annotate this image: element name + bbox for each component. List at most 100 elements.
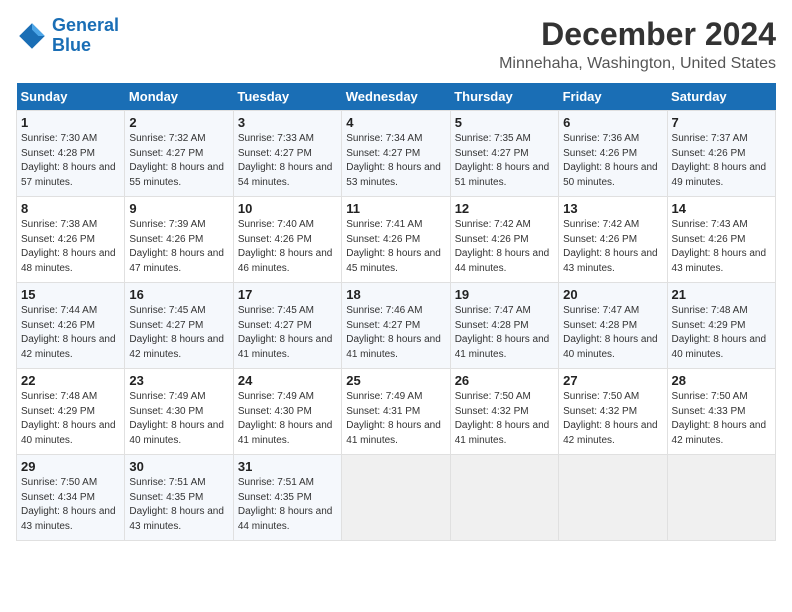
calendar-cell: 4 Sunrise: 7:34 AMSunset: 4:27 PMDaylight…: [342, 111, 450, 197]
calendar-cell: 6 Sunrise: 7:36 AMSunset: 4:26 PMDaylight…: [559, 111, 667, 197]
day-number: 11: [346, 201, 445, 216]
calendar-cell: 18 Sunrise: 7:46 AMSunset: 4:27 PMDayligh…: [342, 283, 450, 369]
day-number: 7: [672, 115, 771, 130]
calendar-cell: 10 Sunrise: 7:40 AMSunset: 4:26 PMDayligh…: [233, 197, 341, 283]
calendar-cell: 28 Sunrise: 7:50 AMSunset: 4:33 PMDayligh…: [667, 369, 775, 455]
day-number: 28: [672, 373, 771, 388]
calendar-cell: 3Sunrise: 7:33 AMSunset: 4:27 PMDaylight…: [233, 111, 341, 197]
calendar-cell: 12 Sunrise: 7:42 AMSunset: 4:26 PMDayligh…: [450, 197, 558, 283]
day-info: Sunrise: 7:37 AMSunset: 4:26 PMDaylight:…: [672, 132, 771, 190]
calendar-cell: 29 Sunrise: 7:50 AMSunset: 4:34 PMDayligh…: [17, 455, 125, 541]
day-number: 27: [563, 373, 662, 388]
col-header-friday: Friday: [559, 83, 667, 111]
calendar-week-row: 8 Sunrise: 7:38 AMSunset: 4:26 PMDaylight…: [17, 197, 776, 283]
day-info: Sunrise: 7:44 AMSunset: 4:26 PMDaylight:…: [21, 304, 120, 362]
day-number: 30: [129, 459, 228, 474]
calendar-cell: 25 Sunrise: 7:49 AMSunset: 4:31 PMDayligh…: [342, 369, 450, 455]
day-info: Sunrise: 7:49 AMSunset: 4:30 PMDaylight:…: [238, 390, 337, 448]
col-header-saturday: Saturday: [667, 83, 775, 111]
day-info: Sunrise: 7:47 AMSunset: 4:28 PMDaylight:…: [455, 304, 554, 362]
calendar-cell: 11 Sunrise: 7:41 AMSunset: 4:26 PMDayligh…: [342, 197, 450, 283]
calendar-cell: 19 Sunrise: 7:47 AMSunset: 4:28 PMDayligh…: [450, 283, 558, 369]
calendar-cell: 17 Sunrise: 7:45 AMSunset: 4:27 PMDayligh…: [233, 283, 341, 369]
col-header-monday: Monday: [125, 83, 233, 111]
col-header-wednesday: Wednesday: [342, 83, 450, 111]
day-info: Sunrise: 7:51 AMSunset: 4:35 PMDaylight:…: [129, 476, 228, 534]
calendar-cell: 5Sunrise: 7:35 AMSunset: 4:27 PMDaylight…: [450, 111, 558, 197]
day-number: 24: [238, 373, 337, 388]
calendar-cell: 7 Sunrise: 7:37 AMSunset: 4:26 PMDaylight…: [667, 111, 775, 197]
day-info: Sunrise: 7:41 AMSunset: 4:26 PMDaylight:…: [346, 218, 445, 276]
calendar-header-row: SundayMondayTuesdayWednesdayThursdayFrid…: [17, 83, 776, 111]
day-number: 8: [21, 201, 120, 216]
day-info: Sunrise: 7:38 AMSunset: 4:26 PMDaylight:…: [21, 218, 120, 276]
calendar-cell: 8 Sunrise: 7:38 AMSunset: 4:26 PMDaylight…: [17, 197, 125, 283]
day-number: 21: [672, 287, 771, 302]
day-info: Sunrise: 7:34 AMSunset: 4:27 PMDaylight:…: [346, 132, 445, 190]
day-number: 4: [346, 115, 445, 130]
day-info: Sunrise: 7:40 AMSunset: 4:26 PMDaylight:…: [238, 218, 337, 276]
calendar-cell: [667, 455, 775, 541]
day-info: Sunrise: 7:46 AMSunset: 4:27 PMDaylight:…: [346, 304, 445, 362]
calendar-cell: 22 Sunrise: 7:48 AMSunset: 4:29 PMDayligh…: [17, 369, 125, 455]
day-info: Sunrise: 7:50 AMSunset: 4:34 PMDaylight:…: [21, 476, 120, 534]
day-info: Sunrise: 7:50 AMSunset: 4:33 PMDaylight:…: [672, 390, 771, 448]
day-info: Sunrise: 7:51 AMSunset: 4:35 PMDaylight:…: [238, 476, 337, 534]
day-number: 1: [21, 115, 120, 130]
subtitle: Minnehaha, Washington, United States: [499, 55, 776, 73]
day-info: Sunrise: 7:48 AMSunset: 4:29 PMDaylight:…: [672, 304, 771, 362]
day-number: 10: [238, 201, 337, 216]
day-number: 6: [563, 115, 662, 130]
logo-text: General Blue: [52, 16, 119, 56]
header: General Blue December 2024 Minnehaha, Wa…: [16, 16, 776, 73]
title-section: December 2024 Minnehaha, Washington, Uni…: [499, 16, 776, 73]
day-info: Sunrise: 7:48 AMSunset: 4:29 PMDaylight:…: [21, 390, 120, 448]
calendar-week-row: 22 Sunrise: 7:48 AMSunset: 4:29 PMDayligh…: [17, 369, 776, 455]
calendar-cell: [559, 455, 667, 541]
day-info: Sunrise: 7:39 AMSunset: 4:26 PMDaylight:…: [129, 218, 228, 276]
calendar-cell: 13 Sunrise: 7:42 AMSunset: 4:26 PMDayligh…: [559, 197, 667, 283]
calendar-week-row: 29 Sunrise: 7:50 AMSunset: 4:34 PMDayligh…: [17, 455, 776, 541]
calendar-cell: 31Sunrise: 7:51 AMSunset: 4:35 PMDayligh…: [233, 455, 341, 541]
day-info: Sunrise: 7:30 AMSunset: 4:28 PMDaylight:…: [21, 132, 120, 190]
day-info: Sunrise: 7:42 AMSunset: 4:26 PMDaylight:…: [563, 218, 662, 276]
day-info: Sunrise: 7:47 AMSunset: 4:28 PMDaylight:…: [563, 304, 662, 362]
calendar-cell: 16Sunrise: 7:45 AMSunset: 4:27 PMDayligh…: [125, 283, 233, 369]
day-number: 20: [563, 287, 662, 302]
calendar-cell: [342, 455, 450, 541]
col-header-thursday: Thursday: [450, 83, 558, 111]
calendar-cell: 9 Sunrise: 7:39 AMSunset: 4:26 PMDaylight…: [125, 197, 233, 283]
day-number: 12: [455, 201, 554, 216]
page-container: General Blue December 2024 Minnehaha, Wa…: [16, 16, 776, 541]
day-info: Sunrise: 7:45 AMSunset: 4:27 PMDaylight:…: [238, 304, 337, 362]
calendar-week-row: 15Sunrise: 7:44 AMSunset: 4:26 PMDayligh…: [17, 283, 776, 369]
calendar-cell: 26Sunrise: 7:50 AMSunset: 4:32 PMDayligh…: [450, 369, 558, 455]
main-title: December 2024: [499, 16, 776, 53]
day-number: 29: [21, 459, 120, 474]
day-number: 18: [346, 287, 445, 302]
day-number: 22: [21, 373, 120, 388]
logo-icon: [16, 20, 48, 52]
calendar-cell: 24 Sunrise: 7:49 AMSunset: 4:30 PMDayligh…: [233, 369, 341, 455]
calendar-cell: 15Sunrise: 7:44 AMSunset: 4:26 PMDayligh…: [17, 283, 125, 369]
calendar-cell: 23Sunrise: 7:49 AMSunset: 4:30 PMDayligh…: [125, 369, 233, 455]
day-number: 9: [129, 201, 228, 216]
calendar-cell: 1 Sunrise: 7:30 AMSunset: 4:28 PMDaylight…: [17, 111, 125, 197]
day-number: 17: [238, 287, 337, 302]
day-number: 19: [455, 287, 554, 302]
day-number: 14: [672, 201, 771, 216]
day-info: Sunrise: 7:43 AMSunset: 4:26 PMDaylight:…: [672, 218, 771, 276]
day-info: Sunrise: 7:32 AMSunset: 4:27 PMDaylight:…: [129, 132, 228, 190]
calendar-cell: 20 Sunrise: 7:47 AMSunset: 4:28 PMDayligh…: [559, 283, 667, 369]
calendar-cell: 30 Sunrise: 7:51 AMSunset: 4:35 PMDayligh…: [125, 455, 233, 541]
day-info: Sunrise: 7:49 AMSunset: 4:31 PMDaylight:…: [346, 390, 445, 448]
day-info: Sunrise: 7:42 AMSunset: 4:26 PMDaylight:…: [455, 218, 554, 276]
calendar-cell: 14 Sunrise: 7:43 AMSunset: 4:26 PMDayligh…: [667, 197, 775, 283]
day-info: Sunrise: 7:36 AMSunset: 4:26 PMDaylight:…: [563, 132, 662, 190]
calendar-cell: [450, 455, 558, 541]
logo: General Blue: [16, 16, 119, 56]
col-header-sunday: Sunday: [17, 83, 125, 111]
day-info: Sunrise: 7:35 AMSunset: 4:27 PMDaylight:…: [455, 132, 554, 190]
day-number: 13: [563, 201, 662, 216]
day-number: 25: [346, 373, 445, 388]
